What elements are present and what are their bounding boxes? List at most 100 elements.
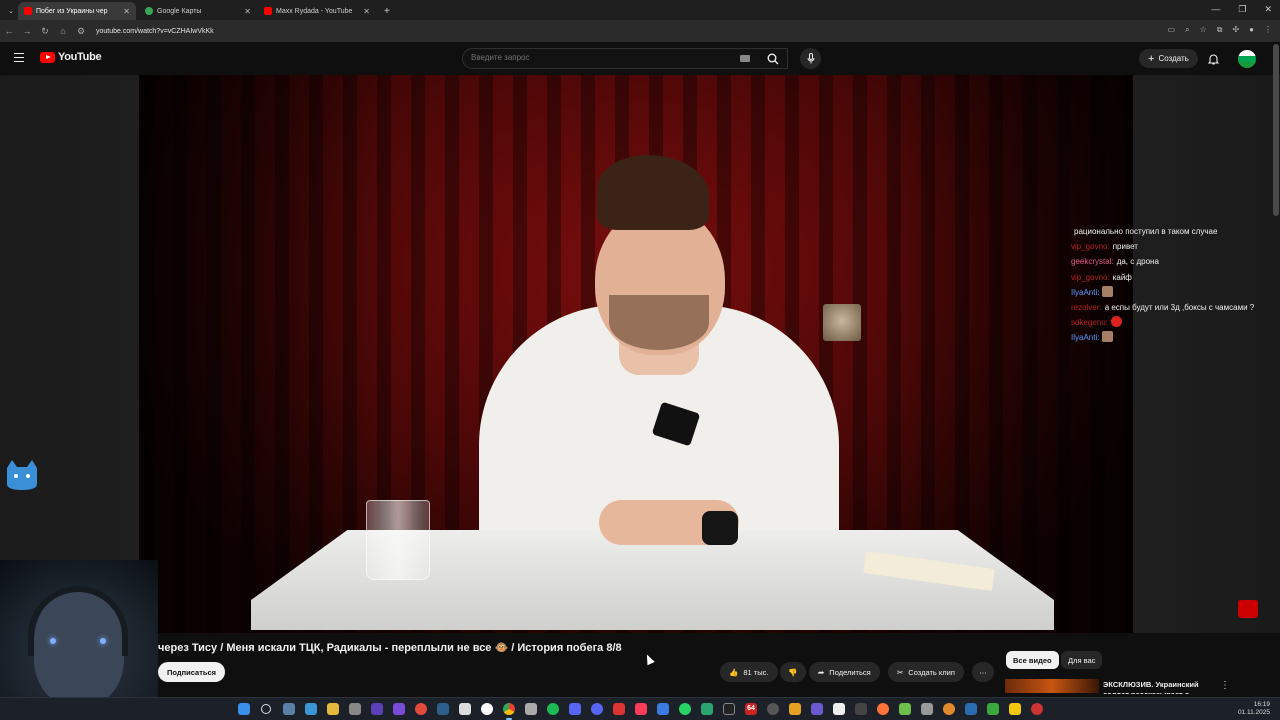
minimize-icon[interactable]: —: [1211, 4, 1220, 15]
close-icon[interactable]: ✕: [244, 7, 251, 16]
recommendation-title[interactable]: ЭКСКЛЮЗИВ. Украинский солдат рассказывае…: [1103, 680, 1213, 694]
bookmark-star-icon[interactable]: ☆: [1200, 25, 1207, 35]
tab-youtube-channel[interactable]: Maxx Rydada - YouTube ✕: [258, 2, 376, 20]
clock-date: 01.11.2025: [1237, 709, 1270, 716]
app-icon[interactable]: [349, 703, 361, 715]
hamburger-menu-icon[interactable]: [14, 53, 24, 62]
like-button[interactable]: 👍 81 тыс.: [720, 662, 778, 682]
widgets-icon[interactable]: [283, 703, 295, 715]
profile-icon[interactable]: ●: [1249, 25, 1254, 35]
discord-icon[interactable]: [591, 703, 603, 715]
scissors-icon: ✂: [897, 667, 904, 677]
close-icon[interactable]: ✕: [363, 7, 370, 16]
cast-icon[interactable]: ▭: [1168, 25, 1176, 35]
app-icon[interactable]: [371, 703, 383, 715]
youtube-logo[interactable]: YouTube: [40, 51, 102, 63]
yandex-icon[interactable]: [481, 703, 493, 715]
bell-icon: [1207, 54, 1220, 65]
taskbar-search-icon[interactable]: [261, 704, 271, 714]
search-icon: [767, 53, 779, 64]
new-tab-button[interactable]: +: [378, 2, 392, 20]
app-icon[interactable]: [943, 703, 955, 715]
app-icon[interactable]: [657, 703, 669, 715]
window-controls: — ❐ ✕: [1211, 4, 1272, 15]
url-field[interactable]: youtube.com/watch?v=vCZHAIwVkKk: [96, 28, 214, 35]
whatsapp-icon[interactable]: [679, 703, 691, 715]
subscribe-button[interactable]: Подписаться: [158, 662, 226, 682]
start-windows-icon[interactable]: [238, 703, 250, 715]
red-emote-icon: [1110, 316, 1122, 328]
terminal-icon[interactable]: [723, 703, 735, 715]
page-scrollbar[interactable]: [1273, 44, 1279, 216]
photos-icon[interactable]: [305, 703, 317, 715]
clock-time: 16:19: [1253, 701, 1270, 708]
webcam-overlay: [0, 560, 158, 720]
app-icon[interactable]: [415, 703, 427, 715]
app-icon[interactable]: [899, 703, 911, 715]
recommendation-thumbnail[interactable]: [1005, 679, 1099, 693]
steam-icon[interactable]: [437, 703, 449, 715]
more-actions-button[interactable]: ⋯: [972, 662, 994, 682]
music-icon[interactable]: [635, 703, 647, 715]
reload-icon[interactable]: ↻: [36, 26, 54, 37]
app-icon[interactable]: [525, 703, 537, 715]
thumbs-up-icon: 👍: [729, 667, 739, 677]
system-clock[interactable]: 16:19 01.11.2025: [1238, 701, 1270, 717]
search-box: [462, 48, 788, 69]
search-button[interactable]: [759, 48, 787, 69]
tab-list-button[interactable]: ⌄: [2, 2, 16, 20]
app-icon[interactable]: [789, 703, 801, 715]
app-icon[interactable]: [965, 703, 977, 715]
close-icon[interactable]: ✕: [123, 7, 130, 16]
youtube-header: YouTube + Создать: [0, 42, 1280, 75]
voice-search-button[interactable]: [800, 48, 821, 69]
chat-user: rezolver:: [1071, 303, 1102, 313]
app-icon[interactable]: [613, 703, 625, 715]
restore-icon[interactable]: ❐: [1238, 4, 1246, 15]
extensions-icon[interactable]: ✣: [1232, 25, 1239, 35]
app-icon[interactable]: [1031, 703, 1043, 715]
app-icon[interactable]: [1009, 703, 1021, 715]
close-window-icon[interactable]: ✕: [1264, 4, 1272, 15]
firefox-icon[interactable]: [877, 703, 889, 715]
minecraft-icon[interactable]: [987, 703, 999, 715]
chat-message: vip_govno: привет: [1071, 239, 1280, 254]
site-info-icon[interactable]: ⚙: [72, 26, 90, 37]
dislike-button[interactable]: 👎: [780, 662, 806, 682]
video-title: через Тису / Меня искали ТЦК, Радикалы -…: [158, 642, 622, 654]
tab-google-maps[interactable]: Google Карты ✕: [139, 2, 257, 20]
keyboard-icon[interactable]: [740, 55, 750, 62]
home-icon[interactable]: ⌂: [54, 26, 72, 36]
logo-text: YouTube: [58, 51, 102, 63]
chip-for-you[interactable]: Для вас: [1061, 651, 1103, 669]
app-icon[interactable]: [855, 703, 867, 715]
app-icon[interactable]: [701, 703, 713, 715]
chrome-icon[interactable]: [503, 703, 515, 720]
app-icon[interactable]: [459, 703, 471, 715]
app-icon[interactable]: [921, 703, 933, 715]
search-input[interactable]: [471, 53, 731, 62]
translate-icon[interactable]: ⧉: [1217, 25, 1223, 35]
zoom-icon[interactable]: ⌕: [1185, 25, 1189, 35]
counter-badge-icon[interactable]: 64: [745, 703, 757, 715]
water-glass: [366, 500, 430, 580]
menu-dots-icon[interactable]: ⋮: [1264, 25, 1272, 35]
create-clip-button[interactable]: ✂ Создать клип: [888, 662, 964, 682]
forward-icon[interactable]: →: [18, 26, 36, 36]
app-icon[interactable]: [811, 703, 823, 715]
app-icon[interactable]: [569, 703, 581, 715]
back-icon[interactable]: ←: [0, 26, 18, 36]
spotify-icon[interactable]: [547, 703, 559, 715]
notifications-button[interactable]: [1207, 52, 1220, 70]
app-icon[interactable]: [393, 703, 405, 715]
create-button[interactable]: + Создать: [1139, 49, 1198, 68]
tab-youtube-video[interactable]: Побег из Украины чер ✕: [18, 2, 136, 20]
file-explorer-icon[interactable]: [327, 703, 339, 715]
video-player[interactable]: [139, 75, 1133, 633]
app-icon[interactable]: [767, 703, 779, 715]
app-icon[interactable]: [833, 703, 845, 715]
recommendation-menu-icon[interactable]: ⋮: [1220, 680, 1230, 691]
account-avatar[interactable]: [1238, 50, 1256, 68]
share-button[interactable]: ➦ Поделиться: [809, 662, 880, 682]
chip-all-videos[interactable]: Все видео: [1006, 651, 1059, 669]
